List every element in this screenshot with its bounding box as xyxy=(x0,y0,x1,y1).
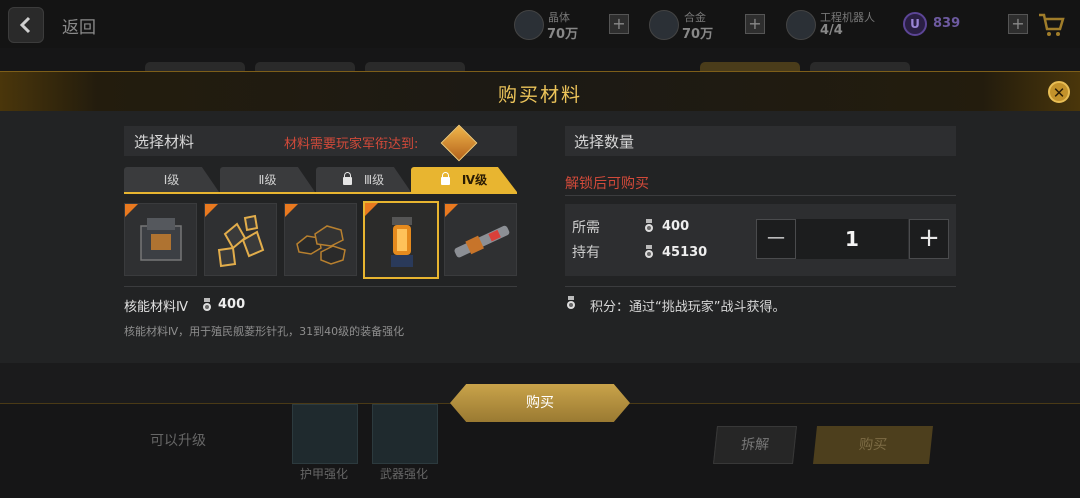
resource-value-robot: 4/4 xyxy=(820,23,843,38)
buy-button[interactable]: 购买 xyxy=(450,384,630,422)
armor-upgrade-thumb[interactable] xyxy=(292,404,358,464)
owned-label: 持有 xyxy=(572,245,600,261)
material-slot-energy-core[interactable] xyxy=(363,201,439,279)
shop-cart-icon[interactable] xyxy=(1036,9,1066,39)
unlock-notice: 解锁后可购买 xyxy=(565,176,649,192)
close-button[interactable]: ✕ xyxy=(1048,81,1070,103)
background-buy-button[interactable]: 购买 xyxy=(813,426,933,464)
new-corner-marker xyxy=(365,203,378,216)
quantity-value[interactable]: 1 xyxy=(796,219,908,259)
selected-material-cost: 400 xyxy=(218,297,246,312)
material-description: 核能材料Ⅳ，用于殖民舰菱形针孔，31到40级的装备强化 xyxy=(124,325,405,338)
modal-title: 购买材料 xyxy=(497,84,582,106)
owned-value: 45130 xyxy=(662,245,708,260)
points-source-text: 积分：通过“挑战玩家”战斗获得。 xyxy=(590,300,786,315)
divider xyxy=(124,286,517,287)
new-corner-marker xyxy=(205,204,218,217)
premium-currency-icon: U xyxy=(903,12,927,36)
increase-quantity-button[interactable]: + xyxy=(909,219,949,259)
new-corner-marker xyxy=(445,204,458,217)
resource-value-alloy: 70万 xyxy=(682,27,714,42)
resource-value-crystal: 70万 xyxy=(547,27,579,42)
new-corner-marker xyxy=(125,204,138,217)
tab-underline xyxy=(124,192,517,194)
armor-upgrade-label: 护甲强化 xyxy=(299,467,348,481)
add-currency-button[interactable]: + xyxy=(1008,14,1028,34)
back-button[interactable] xyxy=(8,7,44,43)
medal-icon xyxy=(203,298,211,311)
medal-icon xyxy=(645,245,653,258)
required-value: 400 xyxy=(662,219,690,234)
crystal-icon xyxy=(514,10,544,40)
robot-icon xyxy=(786,10,816,40)
alloy-icon xyxy=(649,10,679,40)
decrease-quantity-button[interactable]: — xyxy=(756,219,796,259)
chevron-left-icon xyxy=(19,16,31,34)
lock-icon xyxy=(440,171,450,185)
add-alloy-button[interactable]: + xyxy=(745,14,765,34)
select-material-label: 选择材料 xyxy=(134,133,195,151)
rank-requirement-text: 材料需要玩家军衔达到: xyxy=(284,137,419,152)
divider xyxy=(565,286,956,287)
weapon-upgrade-thumb[interactable] xyxy=(372,404,438,464)
tab-tier-1-label: Ⅰ级 xyxy=(163,173,180,187)
divider xyxy=(565,195,956,196)
new-corner-marker xyxy=(285,204,298,217)
tab-tier-3-label: Ⅲ级 xyxy=(363,173,385,187)
material-slot-rod-component[interactable] xyxy=(444,203,517,276)
select-quantity-label: 选择数量 xyxy=(574,133,635,151)
material-slot-hex-plate[interactable] xyxy=(284,203,357,276)
material-slot-crystal-cluster[interactable] xyxy=(204,203,277,276)
lock-icon xyxy=(342,171,352,185)
material-slot-armor-crate[interactable] xyxy=(124,203,197,276)
add-crystal-button[interactable]: + xyxy=(609,14,629,34)
weapon-upgrade-label: 武器强化 xyxy=(379,467,428,481)
back-label[interactable]: 返回 xyxy=(62,13,96,38)
tab-tier-2-label: Ⅱ级 xyxy=(258,173,277,187)
required-label: 所需 xyxy=(572,220,600,236)
medal-icon xyxy=(567,296,575,309)
dismantle-button[interactable]: 拆解 xyxy=(713,426,797,464)
medal-icon xyxy=(645,219,653,232)
premium-currency-value: 839 xyxy=(933,16,961,31)
can-upgrade-label: 可以升级 xyxy=(150,433,206,449)
tab-tier-4-label: Ⅳ级 xyxy=(461,173,488,187)
selected-material-name: 核能材料Ⅳ xyxy=(124,300,188,315)
